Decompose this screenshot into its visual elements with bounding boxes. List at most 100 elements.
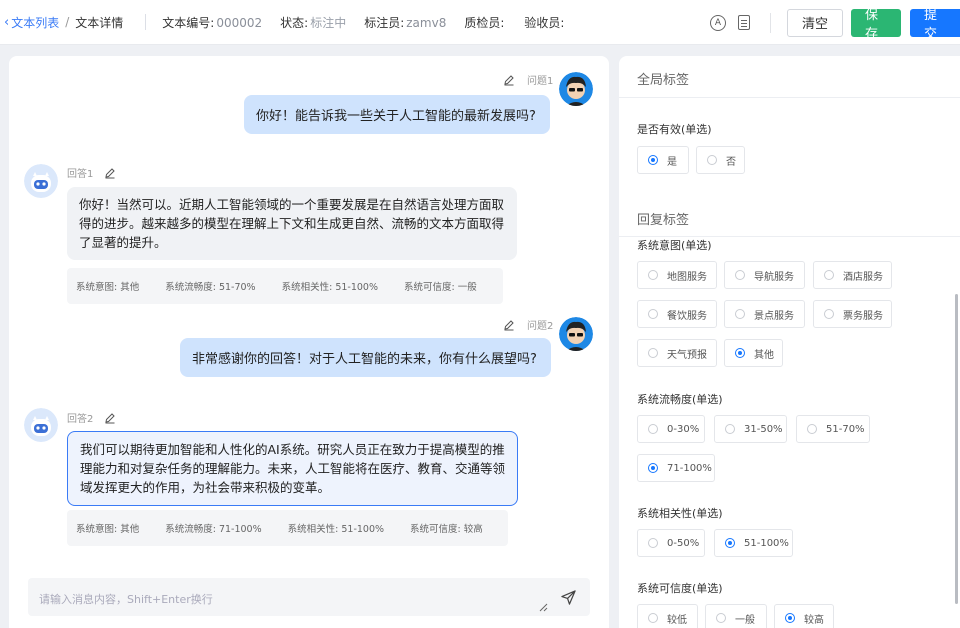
option-label: 否 — [726, 156, 736, 168]
intent-option-weather[interactable]: 天气预报 — [637, 339, 717, 367]
edit-pencil-icon[interactable] — [503, 74, 515, 86]
intent-option-dining[interactable]: 餐饮服务 — [637, 300, 717, 328]
circle-a-icon[interactable]: A — [710, 14, 726, 31]
option-label: 地图服务 — [667, 271, 707, 283]
user-avatar — [559, 317, 593, 351]
option-label: 0-50% — [667, 537, 700, 549]
meta-status: 状态: 标注中 — [280, 14, 346, 31]
option-label: 0-30% — [667, 423, 700, 435]
resize-handle-icon[interactable] — [538, 602, 548, 612]
relevance-option-51-100[interactable]: 51-100% — [714, 529, 793, 557]
credibility-option-high[interactable]: 较高 — [774, 604, 834, 628]
radio-icon — [707, 155, 717, 165]
meta-text-id: 文本编号: 000002 — [162, 14, 262, 31]
radio-icon — [716, 613, 726, 623]
answer-tags: 系统意图: 其他 系统流畅度: 51-70% 系统相关性: 51-100% 系统… — [67, 268, 503, 304]
bot-avatar — [24, 408, 58, 442]
intent-option-navigation[interactable]: 导航服务 — [724, 261, 805, 289]
option-label: 一般 — [735, 614, 755, 626]
intent-option-hotel[interactable]: 酒店服务 — [813, 261, 892, 289]
breadcrumb-separator: / — [65, 15, 70, 29]
panel-scrollbar[interactable] — [955, 294, 958, 604]
chat-panel: 问题1 你好！能告诉我一些关于人工智能的最新发展吗? 回答1 你好！当然可以。近… — [9, 56, 609, 628]
submit-button[interactable]: 提交 — [910, 8, 960, 42]
fluency-option-51-70[interactable]: 51-70% — [796, 415, 870, 443]
answer-tags: 系统意图: 其他 系统流畅度: 71-100% 系统相关性: 51-100% 系… — [67, 510, 508, 546]
user-avatar-icon — [559, 72, 593, 106]
tag-relevance: 系统相关性: 51-100% — [281, 282, 378, 293]
breadcrumb-back-link[interactable]: ‹ 文本列表 — [4, 14, 59, 31]
option-label: 餐饮服务 — [667, 310, 707, 322]
question-bubble: 你好！能告诉我一些关于人工智能的最新发展吗? — [244, 95, 550, 134]
option-label: 其他 — [754, 349, 774, 361]
option-label: 酒店服务 — [843, 271, 883, 283]
radio-selected-icon — [735, 348, 745, 358]
option-label: 天气预报 — [667, 349, 707, 361]
clear-button[interactable]: 清空 — [787, 8, 843, 37]
option-label: 31-50% — [744, 423, 783, 435]
option-label: 是 — [667, 156, 677, 168]
radio-icon — [648, 613, 658, 623]
meta-label: 状态: — [280, 15, 309, 30]
label-panel: 全局标签 是否有效(单选) 是 否 回复标签 系统意图(单选) 地图服务 导航服… — [619, 56, 960, 628]
option-label: 景点服务 — [754, 310, 794, 322]
breadcrumb-back-label: 文本列表 — [11, 15, 60, 30]
meta-label: 标注员: — [364, 15, 405, 30]
answer-number: 回答1 — [67, 169, 94, 180]
header-divider — [145, 14, 147, 30]
meta-annotator: 标注员: zamv8 — [364, 14, 446, 31]
save-button[interactable]: 保存 — [851, 8, 901, 42]
robot-icon — [24, 408, 58, 442]
radio-icon — [648, 270, 658, 280]
tag-intent: 系统意图: 其他 — [76, 524, 140, 535]
valid-option-yes[interactable]: 是 — [637, 146, 689, 174]
intent-option-other[interactable]: 其他 — [724, 339, 783, 367]
edit-pencil-icon[interactable] — [104, 412, 116, 424]
radio-icon — [648, 424, 658, 434]
intent-option-ticket[interactable]: 票务服务 — [813, 300, 892, 328]
meta-acceptor: 验收员: — [524, 14, 566, 31]
intent-option-scenic[interactable]: 景点服务 — [724, 300, 805, 328]
bot-avatar — [24, 164, 58, 198]
answer-label: 回答2 — [67, 410, 116, 425]
radio-selected-icon — [648, 155, 658, 165]
meta-value: 000002 — [216, 15, 263, 30]
meta-label: 质检员: — [464, 15, 505, 30]
fluency-option-0-30[interactable]: 0-30% — [637, 415, 705, 443]
fluency-option-71-100[interactable]: 71-100% — [637, 454, 715, 482]
section-divider — [619, 97, 960, 98]
message-input[interactable]: 请输入消息内容，Shift+Enter换行 — [28, 578, 590, 616]
tag-intent: 系统意图: 其他 — [76, 282, 140, 293]
tag-fluency: 系统流畅度: 71-100% — [165, 524, 262, 535]
option-label: 51-100% — [744, 537, 789, 549]
option-label: 导航服务 — [754, 271, 794, 283]
actions-divider — [770, 12, 771, 33]
edit-pencil-icon[interactable] — [104, 167, 116, 179]
answer-bubble-selected[interactable]: 我们可以期待更加智能和人性化的AI系统。研究人员正在致力于提高模型的推理能力和对… — [67, 431, 518, 506]
relevance-group-title: 系统相关性(单选) — [637, 507, 723, 520]
valid-option-no[interactable]: 否 — [696, 146, 745, 174]
option-label: 票务服务 — [843, 310, 883, 322]
breadcrumb: ‹ 文本列表 / 文本详情 — [0, 14, 123, 31]
reply-labels-title: 回复标签 — [637, 213, 690, 228]
credibility-group-title: 系统可信度(单选) — [637, 582, 723, 595]
send-icon[interactable] — [560, 589, 577, 606]
credibility-option-low[interactable]: 较低 — [637, 604, 698, 628]
relevance-option-0-50[interactable]: 0-50% — [637, 529, 705, 557]
answer-label: 回答1 — [67, 165, 116, 180]
radio-icon — [648, 309, 658, 319]
text-meta: 文本编号: 000002 状态: 标注中 标注员: zamv8 质检员: 验收员: — [162, 14, 584, 31]
option-label: 71-100% — [667, 462, 712, 474]
edit-pencil-icon[interactable] — [503, 319, 515, 331]
status-value: 标注中 — [310, 15, 347, 30]
meta-label: 文本编号: — [162, 15, 215, 30]
fluency-option-31-50[interactable]: 31-50% — [714, 415, 787, 443]
chevron-left-icon: ‹ — [4, 14, 10, 30]
intent-option-map[interactable]: 地图服务 — [637, 261, 717, 289]
radio-icon — [735, 309, 745, 319]
document-icon[interactable] — [738, 15, 750, 30]
header-actions: A 清空 保存 提交 — [710, 0, 960, 45]
credibility-option-medium[interactable]: 一般 — [705, 604, 767, 628]
question-number: 问题2 — [527, 321, 554, 332]
answer-bubble[interactable]: 你好！当然可以。近期人工智能领域的一个重要发展是在自然语言处理方面取得的进步。越… — [67, 187, 517, 260]
